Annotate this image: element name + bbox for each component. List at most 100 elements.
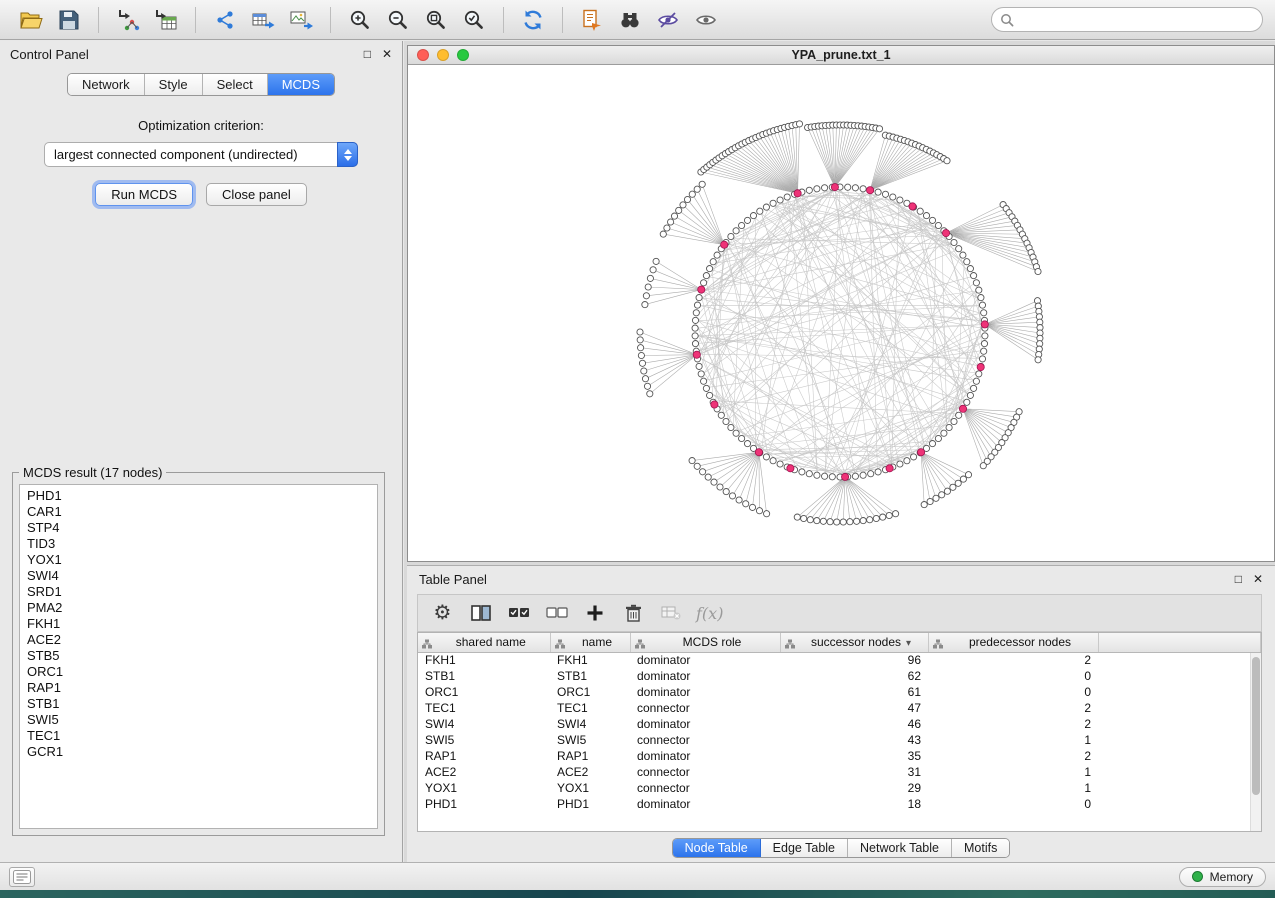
filler-cell: [1098, 796, 1261, 812]
mcds-list-item[interactable]: RAP1: [27, 680, 377, 696]
tab-style[interactable]: Style: [145, 74, 203, 95]
close-traffic-light[interactable]: [417, 49, 429, 61]
table-row[interactable]: YOX1YOX1connector291: [418, 780, 1261, 796]
col-successor-nodes[interactable]: successor nodes▾: [780, 633, 928, 652]
table-settings-button[interactable]: ⚙: [426, 597, 459, 629]
float-table-panel-button[interactable]: □: [1235, 572, 1242, 586]
mcds-list-item[interactable]: PHD1: [27, 488, 377, 504]
mcds-list-item[interactable]: STB5: [27, 648, 377, 664]
mcds-list-item[interactable]: ACE2: [27, 632, 377, 648]
predecessor-count-cell: 0: [928, 796, 1098, 812]
apply-layout-button[interactable]: [514, 4, 552, 36]
table-row[interactable]: SWI5SWI5connector431: [418, 732, 1261, 748]
zoom-out-icon: [387, 9, 409, 31]
successor-count-cell: 18: [780, 796, 928, 812]
name-cell: ACE2: [550, 764, 630, 780]
mcds-list-item[interactable]: ORC1: [27, 664, 377, 680]
zoom-fit-button[interactable]: [417, 4, 455, 36]
show-columns-button[interactable]: [464, 597, 497, 629]
table-row[interactable]: ACE2ACE2connector311: [418, 764, 1261, 780]
memory-button[interactable]: Memory: [1179, 867, 1266, 887]
import-table-button[interactable]: [147, 4, 185, 36]
mcds-list-item[interactable]: STP4: [27, 520, 377, 536]
tab-edge-table[interactable]: Edge Table: [761, 839, 848, 857]
birds-eye-button[interactable]: [687, 4, 725, 36]
shared-name-cell: TEC1: [418, 700, 550, 716]
mcds-list-item[interactable]: PMA2: [27, 600, 377, 616]
float-panel-button[interactable]: □: [364, 47, 371, 61]
clear-table-button-disabled: [654, 597, 687, 629]
col-shared-name[interactable]: shared name: [418, 633, 550, 652]
criterion-dropdown[interactable]: largest connected component (undirected): [44, 142, 358, 167]
export-table-button[interactable]: [244, 4, 282, 36]
close-table-panel-button[interactable]: ✕: [1253, 572, 1263, 586]
mcds-list-item[interactable]: TEC1: [27, 728, 377, 744]
table-row[interactable]: ORC1ORC1dominator610: [418, 684, 1261, 700]
export-network-button[interactable]: [206, 4, 244, 36]
mcds-list-item[interactable]: SWI4: [27, 568, 377, 584]
tab-node-table[interactable]: Node Table: [673, 839, 761, 857]
sort-arrow-icon[interactable]: ▾: [906, 638, 911, 649]
export-web-button[interactable]: [573, 4, 611, 36]
delete-row-button[interactable]: [616, 597, 649, 629]
mcds-list-item[interactable]: CAR1: [27, 504, 377, 520]
tab-network-table[interactable]: Network Table: [848, 839, 952, 857]
table-row[interactable]: PHD1PHD1dominator180: [418, 796, 1261, 812]
search-input[interactable]: [1019, 12, 1254, 27]
shared-name-cell: RAP1: [418, 748, 550, 764]
table-row[interactable]: TEC1TEC1connector472: [418, 700, 1261, 716]
zoom-in-button[interactable]: [341, 4, 379, 36]
deselect-all-columns-button[interactable]: [540, 597, 573, 629]
graphics-details-button[interactable]: [649, 4, 687, 36]
tab-mcds[interactable]: MCDS: [268, 74, 334, 95]
scrollbar-thumb[interactable]: [1252, 657, 1260, 795]
export-image-button[interactable]: [282, 4, 320, 36]
mcds-list-item[interactable]: SWI5: [27, 712, 377, 728]
add-row-button[interactable]: [578, 597, 611, 629]
network-canvas[interactable]: [408, 65, 1274, 561]
toolbar-separator: [195, 7, 196, 33]
mcds-result-list[interactable]: PHD1CAR1STP4TID3YOX1SWI4SRD1PMA2FKH1ACE2…: [19, 484, 378, 829]
col-name[interactable]: name: [550, 633, 630, 652]
status-bar: Memory: [0, 862, 1275, 890]
table-toolbar: ⚙ f(x): [417, 594, 1262, 632]
tab-select[interactable]: Select: [203, 74, 268, 95]
mcds-list-item[interactable]: TID3: [27, 536, 377, 552]
minimize-traffic-light[interactable]: [437, 49, 449, 61]
trash-icon: [622, 603, 644, 623]
table-row[interactable]: STB1STB1dominator620: [418, 668, 1261, 684]
eye-slash-icon: [657, 10, 679, 30]
table-scrollbar[interactable]: [1250, 653, 1261, 831]
tab-network[interactable]: Network: [68, 74, 145, 95]
mcds-list-item[interactable]: GCR1: [27, 744, 377, 760]
predecessor-count-cell: 2: [928, 716, 1098, 732]
task-history-button[interactable]: [9, 867, 35, 887]
open-file-button[interactable]: [12, 4, 50, 36]
close-panel-button-mcds[interactable]: Close panel: [206, 183, 307, 206]
table-row[interactable]: SWI4SWI4dominator462: [418, 716, 1261, 732]
save-button[interactable]: [50, 4, 88, 36]
zoom-out-button[interactable]: [379, 4, 417, 36]
network-window-titlebar[interactable]: YPA_prune.txt_1: [408, 46, 1274, 65]
mcds-list-item[interactable]: YOX1: [27, 552, 377, 568]
search-network-button[interactable]: [611, 4, 649, 36]
control-panel: Control Panel □ ✕ Network Style Select M…: [0, 41, 403, 862]
mcds-list-item[interactable]: SRD1: [27, 584, 377, 600]
successor-count-cell: 43: [780, 732, 928, 748]
tab-motifs[interactable]: Motifs: [952, 839, 1009, 857]
select-all-columns-button[interactable]: [502, 597, 535, 629]
mcds-result-group: MCDS result (17 nodes) PHD1CAR1STP4TID3Y…: [12, 465, 385, 836]
toolbar-separator: [98, 7, 99, 33]
table-panel-title: Table Panel: [419, 572, 487, 587]
zoom-selected-button[interactable]: [455, 4, 493, 36]
mcds-list-item[interactable]: FKH1: [27, 616, 377, 632]
run-mcds-button[interactable]: Run MCDS: [95, 183, 193, 206]
table-row[interactable]: FKH1FKH1dominator962: [418, 652, 1261, 668]
maximize-traffic-light[interactable]: [457, 49, 469, 61]
table-row[interactable]: RAP1RAP1dominator352: [418, 748, 1261, 764]
mcds-list-item[interactable]: STB1: [27, 696, 377, 712]
col-predecessor-nodes[interactable]: predecessor nodes: [928, 633, 1098, 652]
import-network-button[interactable]: [109, 4, 147, 36]
close-panel-button[interactable]: ✕: [382, 47, 392, 61]
col-mcds-role[interactable]: MCDS role: [630, 633, 780, 652]
